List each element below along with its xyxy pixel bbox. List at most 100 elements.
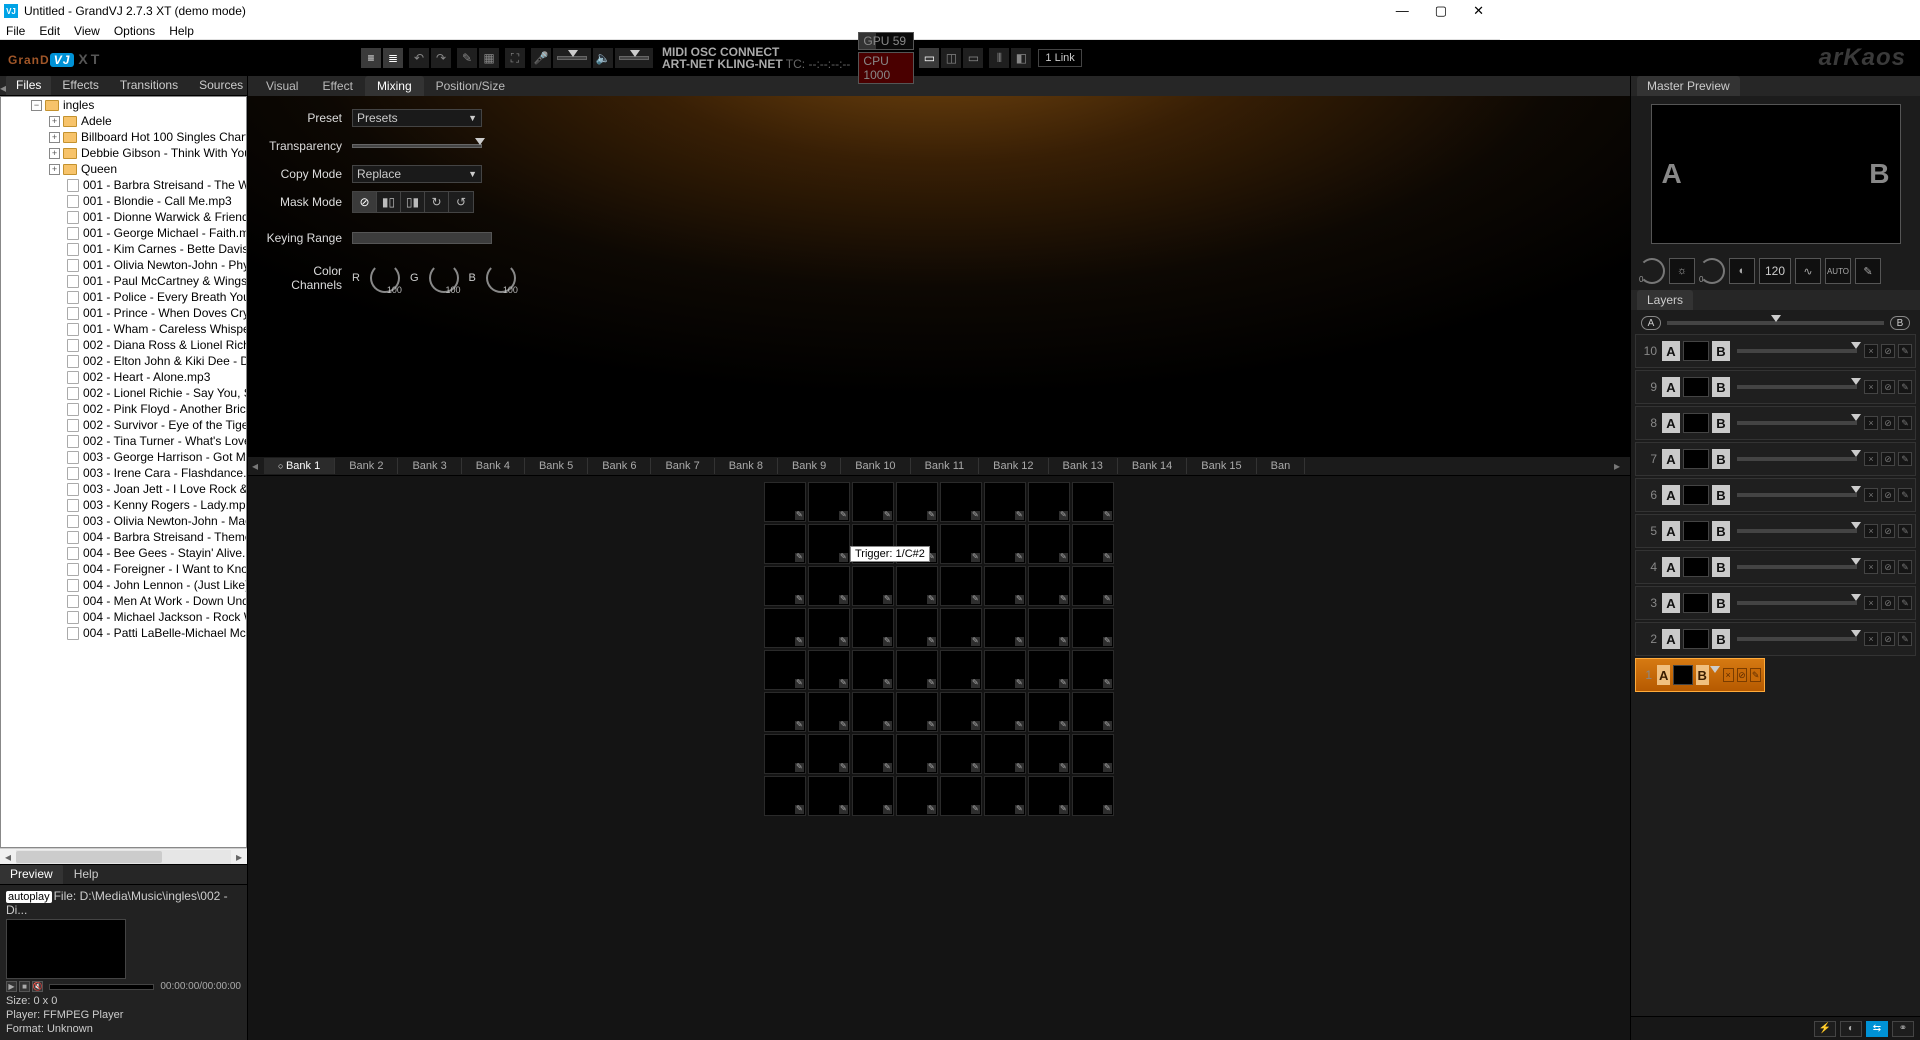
clip-cell[interactable]	[984, 482, 1026, 522]
brightness-icon[interactable]: ☼	[1669, 258, 1695, 284]
monitor-b-icon[interactable]: ▭	[962, 47, 984, 69]
cell-edit-icon[interactable]	[839, 637, 848, 646]
cell-edit-icon[interactable]	[1015, 553, 1024, 562]
tree-row[interactable]: 001 - Blondie - Call Me.mp3	[1, 193, 247, 209]
clip-cell[interactable]	[1028, 692, 1070, 732]
clip-cell[interactable]	[852, 734, 894, 774]
layer-b-button[interactable]: B	[1712, 557, 1730, 577]
layer-mute-icon[interactable]: ×	[1864, 596, 1878, 610]
tree-row[interactable]: 003 - Joan Jett - I Love Rock & R	[1, 481, 247, 497]
cell-edit-icon[interactable]	[795, 805, 804, 814]
cell-edit-icon[interactable]	[927, 763, 936, 772]
mixer-icon[interactable]: ⫴	[988, 47, 1010, 69]
maximize-button[interactable]: ▢	[1431, 3, 1451, 19]
bank-tab[interactable]: Bank 3	[398, 458, 461, 474]
cell-edit-icon[interactable]	[1103, 721, 1112, 730]
clear-icon[interactable]: ▦	[478, 47, 500, 69]
tree-row[interactable]: 001 - Police - Every Breath You T	[1, 289, 247, 305]
cell-edit-icon[interactable]	[1015, 763, 1024, 772]
speaker-level[interactable]	[614, 47, 654, 69]
menu-view[interactable]: View	[74, 24, 100, 38]
clip-cell[interactable]	[1072, 566, 1114, 606]
tree-row[interactable]: +Queen	[1, 161, 247, 177]
cell-edit-icon[interactable]	[1059, 763, 1068, 772]
layer-edit-icon[interactable]: ✎	[1898, 416, 1912, 430]
layer-row[interactable]: 6AB×⊘✎	[1635, 478, 1916, 512]
clip-cell[interactable]	[852, 566, 894, 606]
tab-visual[interactable]: Visual	[254, 76, 310, 96]
layer-b-button[interactable]: B	[1712, 449, 1730, 469]
bank-tab[interactable]: Bank 11	[911, 458, 980, 474]
cell-edit-icon[interactable]	[883, 595, 892, 604]
layer-a-button[interactable]: A	[1662, 377, 1680, 397]
clip-cell[interactable]	[940, 650, 982, 690]
minimize-button[interactable]: —	[1392, 3, 1413, 19]
bank-scroll-left[interactable]: ◂	[252, 459, 264, 473]
cell-edit-icon[interactable]	[883, 637, 892, 646]
layer-clear-icon[interactable]: ⊘	[1881, 632, 1895, 646]
cell-edit-icon[interactable]	[795, 595, 804, 604]
view-columns-icon[interactable]: ≣	[382, 47, 404, 69]
layer-a-button[interactable]: A	[1662, 593, 1680, 613]
bpm-value[interactable]: 120	[1759, 258, 1791, 284]
layer-opacity-slider[interactable]	[1737, 529, 1857, 533]
tree-row[interactable]: 002 - Elton John & Kiki Dee - Do	[1, 353, 247, 369]
layer-row[interactable]: 7AB×⊘✎	[1635, 442, 1916, 476]
cell-edit-icon[interactable]	[1015, 595, 1024, 604]
clip-cell[interactable]	[1028, 608, 1070, 648]
clip-cell[interactable]	[808, 482, 850, 522]
fullscreen-icon[interactable]: ⛶	[504, 47, 526, 69]
bank-tab[interactable]: Bank 6	[588, 458, 651, 474]
cell-edit-icon[interactable]	[927, 805, 936, 814]
tool-redo-icon[interactable]: ↷	[430, 47, 452, 69]
mask-none-icon[interactable]: ⊘	[353, 192, 377, 212]
cell-edit-icon[interactable]	[839, 679, 848, 688]
cell-edit-icon[interactable]	[971, 721, 980, 730]
scroll-left-icon[interactable]: ◂	[0, 850, 16, 864]
auto-button[interactable]: AUTO	[1825, 258, 1851, 284]
layer-clear-icon[interactable]: ⊘	[1737, 668, 1748, 682]
cell-edit-icon[interactable]	[795, 721, 804, 730]
layer-b-button[interactable]: B	[1712, 593, 1730, 613]
link-button[interactable]: 1 Link	[1038, 49, 1081, 67]
clip-cell[interactable]	[808, 566, 850, 606]
layer-edit-icon[interactable]: ✎	[1750, 668, 1761, 682]
layer-row[interactable]: 1AB×⊘✎	[1635, 658, 1765, 692]
clip-cell[interactable]	[764, 608, 806, 648]
layer-row[interactable]: 2AB×⊘✎	[1635, 622, 1916, 656]
bank-tab[interactable]: Bank 12	[979, 458, 1048, 474]
mask-loop-icon[interactable]: ↻	[425, 192, 449, 212]
clip-cell[interactable]	[764, 692, 806, 732]
tap-icon[interactable]: ∿	[1795, 258, 1821, 284]
mask-right-icon[interactable]: ▯▮	[401, 192, 425, 212]
clip-cell[interactable]	[940, 524, 982, 564]
tree-row[interactable]: 003 - Irene Cara - Flashdance.mp	[1, 465, 247, 481]
clip-cell[interactable]	[808, 524, 850, 564]
clip-cell[interactable]	[808, 734, 850, 774]
tree-row[interactable]: 002 - Tina Turner - What's Love G	[1, 433, 247, 449]
cell-edit-icon[interactable]	[795, 763, 804, 772]
clip-cell[interactable]	[808, 650, 850, 690]
menu-options[interactable]: Options	[114, 24, 155, 38]
clip-cell[interactable]	[852, 776, 894, 816]
clip-cell[interactable]	[852, 482, 894, 522]
layer-row[interactable]: 4AB×⊘✎	[1635, 550, 1916, 584]
clip-cell[interactable]	[764, 482, 806, 522]
layer-a-button[interactable]: A	[1662, 485, 1680, 505]
layer-clear-icon[interactable]: ⊘	[1881, 344, 1895, 358]
clip-cell[interactable]	[808, 776, 850, 816]
bank-scroll-right[interactable]: ▸	[1614, 459, 1626, 473]
clip-cell[interactable]	[852, 608, 894, 648]
clip-cell[interactable]	[852, 692, 894, 732]
cell-edit-icon[interactable]	[839, 595, 848, 604]
stop-icon[interactable]: ■	[19, 981, 30, 992]
tree-row[interactable]: 002 - Lionel Richie - Say You, Say	[1, 385, 247, 401]
cell-edit-icon[interactable]	[839, 721, 848, 730]
tree-row[interactable]: 004 - Patti LaBelle-Michael McDo	[1, 625, 247, 641]
clip-cell[interactable]	[896, 650, 938, 690]
cell-edit-icon[interactable]	[1103, 595, 1112, 604]
layer-mute-icon[interactable]: ×	[1864, 344, 1878, 358]
cell-edit-icon[interactable]	[795, 511, 804, 520]
bank-tab[interactable]: Bank 2	[335, 458, 398, 474]
layer-a-button[interactable]: A	[1662, 449, 1680, 469]
